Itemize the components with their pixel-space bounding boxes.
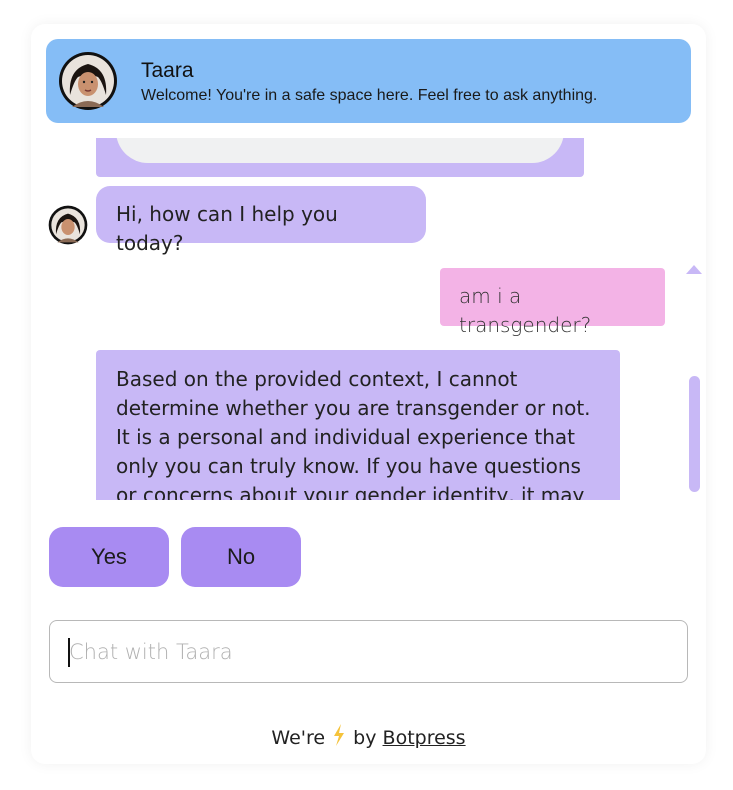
bot-name: Taara <box>141 59 194 82</box>
footer-by: by <box>353 727 377 749</box>
footer-prefix: We're <box>271 727 326 749</box>
no-button[interactable]: No <box>181 527 301 587</box>
partial-message-bubble <box>96 138 584 177</box>
bot-avatar <box>59 52 117 110</box>
scrollbar-thumb[interactable] <box>689 376 700 492</box>
chat-header: Taara Welcome! You're in a safe space he… <box>46 39 691 123</box>
bot-message-greeting: Hi, how can I help you today? <box>96 186 426 255</box>
chat-input[interactable] <box>50 621 687 682</box>
bot-message-avatar <box>48 205 88 245</box>
user-message: am i a transgender? <box>440 268 665 337</box>
yes-button[interactable]: Yes <box>49 527 169 587</box>
chat-widget: Taara Welcome! You're in a safe space he… <box>31 24 706 764</box>
composer <box>49 620 688 683</box>
text-caret <box>68 638 70 667</box>
bot-message-answer: Based on the provided context, I cannot … <box>96 350 620 500</box>
partial-message-card <box>116 138 564 163</box>
botpress-link[interactable]: Botpress <box>383 727 466 749</box>
bot-description: Welcome! You're in a safe space here. Fe… <box>141 87 598 104</box>
message-list[interactable]: Hi, how can I help you today? am i a tra… <box>31 138 706 500</box>
lightning-bolt-icon <box>334 724 345 746</box>
scroll-up-arrow-icon[interactable] <box>686 265 702 274</box>
powered-by-footer: We're by Botpress <box>31 724 706 749</box>
